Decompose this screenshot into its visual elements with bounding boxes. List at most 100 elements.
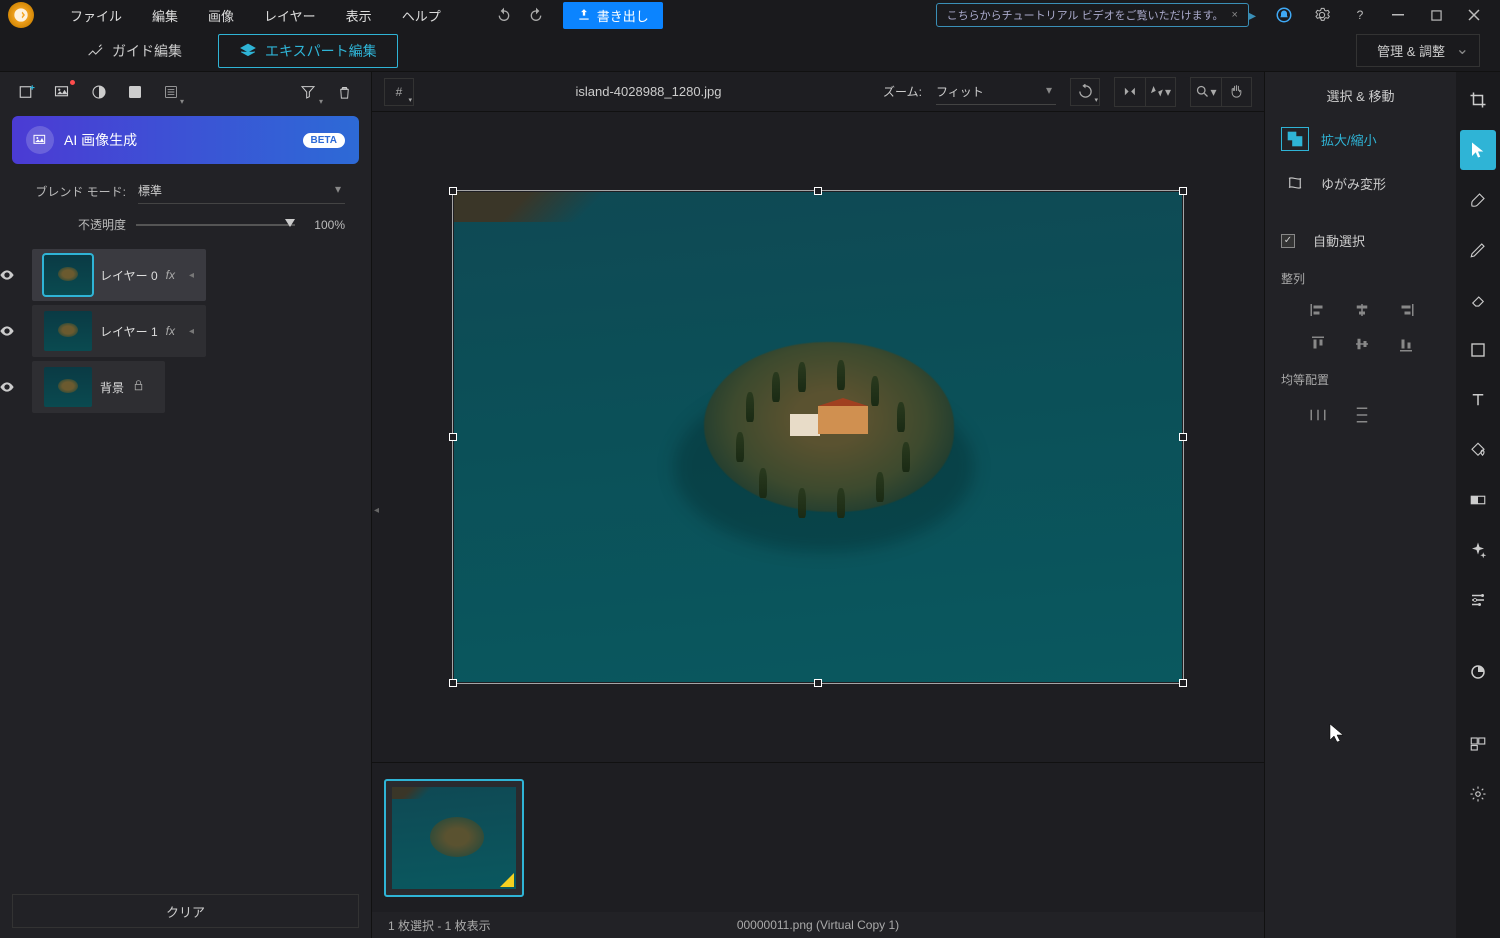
fill-tool[interactable] — [1460, 430, 1496, 470]
auto-select-checkbox-row[interactable]: 自動選択 — [1265, 221, 1456, 260]
gradient-tool[interactable] — [1460, 480, 1496, 520]
scale-tool-row[interactable]: 拡大/縮小 — [1265, 117, 1456, 161]
window-minimize-button[interactable] — [1380, 3, 1416, 27]
window-maximize-button[interactable] — [1418, 3, 1454, 27]
menu-edit[interactable]: 編集 — [138, 2, 192, 29]
layer-visibility-toggle[interactable] — [0, 379, 16, 395]
layer-visibility-toggle[interactable] — [0, 267, 16, 283]
tutorial-text: こちらからチュートリアル ビデオをご覧いただけます。 — [947, 7, 1224, 23]
layers-tool[interactable] — [1460, 724, 1496, 764]
align-vcenter-button[interactable] — [1349, 333, 1375, 355]
warp-tool-row[interactable]: ゆがみ変形 — [1265, 161, 1456, 205]
layer-name: 背景 — [100, 379, 124, 396]
menubar: ファイル 編集 画像 レイヤー 表示 ヘルプ 書き出し こちらからチュートリアル… — [0, 0, 1500, 30]
layer-fx-indicator[interactable]: fx — [166, 324, 175, 338]
mouse-cursor-icon — [1329, 723, 1345, 748]
filmstrip-item[interactable] — [384, 779, 524, 897]
layer-expand-icon[interactable]: ◂ — [189, 326, 194, 337]
opacity-slider[interactable] — [136, 224, 295, 226]
layer-row[interactable]: 背景 — [32, 361, 165, 413]
distribute-horizontal-button[interactable] — [1305, 404, 1331, 426]
selection-handle[interactable] — [449, 433, 457, 441]
tutorial-banner[interactable]: こちらからチュートリアル ビデオをご覧いただけます。 × — [936, 3, 1249, 27]
eraser-tool[interactable] — [1460, 280, 1496, 320]
undo-button[interactable] — [489, 3, 519, 27]
delete-layer-button[interactable] — [329, 78, 359, 106]
canvas-filename: island-4028988_1280.jpg — [428, 84, 869, 99]
selection-handle[interactable] — [814, 679, 822, 687]
move-tool[interactable] — [1460, 130, 1496, 170]
blend-mode-dropdown[interactable]: 標準 — [138, 178, 345, 204]
auto-select-checkbox[interactable] — [1281, 234, 1295, 248]
main-area: ▾ ▾ AI 画像生成 BETA ブレンド モード: 標準 不透明度 100% … — [0, 72, 1500, 938]
filter-button[interactable]: ▾ — [293, 78, 323, 106]
menu-file[interactable]: ファイル — [56, 2, 136, 29]
adjust-tool[interactable] — [1460, 580, 1496, 620]
flip-horizontal-button[interactable] — [1115, 78, 1145, 106]
opacity-label: 不透明度 — [26, 216, 126, 233]
window-close-button[interactable] — [1456, 3, 1492, 27]
tutorial-close-icon[interactable]: × — [1232, 9, 1238, 21]
zoom-tool-button[interactable]: ▾ — [1191, 78, 1221, 106]
manage-adjust-dropdown[interactable]: 管理 & 調整 — [1356, 34, 1480, 67]
settings-button[interactable] — [1304, 3, 1340, 27]
app-logo — [8, 2, 34, 28]
status-filename: 00000011.png (Virtual Copy 1) — [737, 918, 899, 932]
add-image-layer-button[interactable] — [48, 78, 78, 106]
layer-visibility-toggle[interactable] — [0, 323, 16, 339]
mode-bar: ガイド編集 エキスパート編集 管理 & 調整 — [0, 30, 1500, 72]
align-bottom-button[interactable] — [1393, 333, 1419, 355]
layer-row[interactable]: レイヤー 1 fx ◂ — [32, 305, 206, 357]
canvas-image[interactable] — [454, 192, 1182, 682]
expert-edit-tab[interactable]: エキスパート編集 — [218, 34, 398, 68]
guided-edit-tab[interactable]: ガイド編集 — [70, 35, 198, 67]
menu-help[interactable]: ヘルプ — [388, 2, 455, 29]
selection-handle[interactable] — [449, 187, 457, 195]
layer-fx-indicator[interactable]: fx — [166, 268, 175, 282]
notifications-button[interactable] — [1266, 3, 1302, 27]
add-layer-button[interactable] — [12, 78, 42, 106]
redo-button[interactable] — [521, 3, 551, 27]
layer-thumbnail — [44, 311, 92, 351]
layer-expand-icon[interactable]: ◂ — [189, 270, 194, 281]
clear-button[interactable]: クリア — [12, 894, 359, 928]
pen-tool[interactable] — [1460, 230, 1496, 270]
align-right-button[interactable] — [1393, 299, 1419, 321]
brush-tool[interactable] — [1460, 180, 1496, 220]
selection-handle[interactable] — [1179, 679, 1187, 687]
selection-box[interactable] — [452, 190, 1184, 684]
distribute-vertical-button[interactable] — [1349, 404, 1375, 426]
layer-row[interactable]: レイヤー 0 fx ◂ — [32, 249, 206, 301]
menu-layer[interactable]: レイヤー — [250, 2, 330, 29]
zoom-dropdown[interactable]: フィット — [936, 79, 1056, 105]
rotate-button[interactable]: ▾ — [1070, 78, 1100, 106]
selection-handle[interactable] — [449, 679, 457, 687]
flip-group: ▾ — [1114, 77, 1176, 107]
menu-view[interactable]: 表示 — [332, 2, 386, 29]
help-button[interactable]: ? — [1342, 3, 1378, 27]
adjustment-layer-button[interactable] — [84, 78, 114, 106]
export-button[interactable]: 書き出し — [563, 2, 663, 29]
mask-button[interactable] — [120, 78, 150, 106]
canvas-viewport[interactable] — [372, 112, 1264, 762]
layer-menu-button[interactable]: ▾ — [156, 78, 186, 106]
pie-tool[interactable] — [1460, 652, 1496, 692]
selection-handle[interactable] — [814, 187, 822, 195]
shape-tool[interactable] — [1460, 330, 1496, 370]
menu-image[interactable]: 画像 — [194, 2, 248, 29]
pan-tool-button[interactable] — [1221, 78, 1251, 106]
selection-handle[interactable] — [1179, 433, 1187, 441]
align-top-button[interactable] — [1305, 333, 1331, 355]
ai-image-gen-banner[interactable]: AI 画像生成 BETA — [12, 116, 359, 164]
grid-toggle-button[interactable]: #▾ — [384, 78, 414, 106]
crop-tool[interactable] — [1460, 80, 1496, 120]
effects-tool[interactable] — [1460, 530, 1496, 570]
settings-tool[interactable] — [1460, 774, 1496, 814]
text-tool[interactable] — [1460, 380, 1496, 420]
scale-label: 拡大/縮小 — [1321, 130, 1377, 149]
lock-icon — [132, 379, 145, 395]
flip-vertical-button[interactable]: ▾ — [1145, 78, 1175, 106]
align-left-button[interactable] — [1305, 299, 1331, 321]
align-hcenter-button[interactable] — [1349, 299, 1375, 321]
selection-handle[interactable] — [1179, 187, 1187, 195]
